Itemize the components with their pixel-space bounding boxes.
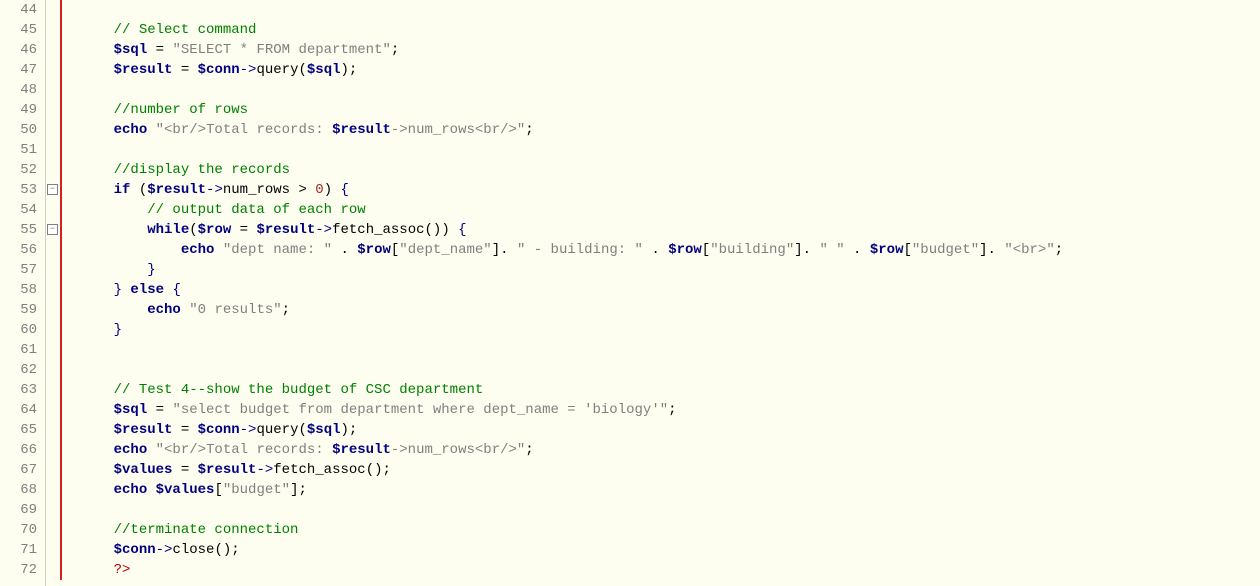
line-number: 60	[0, 320, 37, 340]
line-number: 48	[0, 80, 37, 100]
line-number: 44	[0, 0, 37, 20]
code-line[interactable]	[80, 340, 1260, 360]
change-margin	[60, 0, 78, 586]
line-number: 62	[0, 360, 37, 380]
line-number: 46	[0, 40, 37, 60]
line-number: 53	[0, 180, 37, 200]
line-number: 64	[0, 400, 37, 420]
code-line[interactable]: }	[80, 320, 1260, 340]
line-number: 47	[0, 60, 37, 80]
code-line[interactable]: // output data of each row	[80, 200, 1260, 220]
line-number: 51	[0, 140, 37, 160]
code-line[interactable]: // Test 4--show the budget of CSC depart…	[80, 380, 1260, 400]
line-number: 55	[0, 220, 37, 240]
code-line[interactable]: ?>	[80, 560, 1260, 580]
code-line[interactable]: echo "<br/>Total records: $result->num_r…	[80, 120, 1260, 140]
fold-toggle[interactable]: −	[47, 184, 58, 195]
code-line[interactable]: $conn->close();	[80, 540, 1260, 560]
line-number: 69	[0, 500, 37, 520]
line-number: 52	[0, 160, 37, 180]
line-number: 65	[0, 420, 37, 440]
code-line[interactable]	[80, 0, 1260, 20]
code-line[interactable]: echo "dept name: " . $row["dept_name"]. …	[80, 240, 1260, 260]
line-number-gutter: 4445464748495051525354555657585960616263…	[0, 0, 46, 586]
code-line[interactable]: if ($result->num_rows > 0) {	[80, 180, 1260, 200]
line-number: 66	[0, 440, 37, 460]
line-number: 58	[0, 280, 37, 300]
line-number: 61	[0, 340, 37, 360]
code-line[interactable]: } else {	[80, 280, 1260, 300]
code-line[interactable]	[80, 140, 1260, 160]
line-number: 49	[0, 100, 37, 120]
code-line[interactable]: $values = $result->fetch_assoc();	[80, 460, 1260, 480]
line-number: 59	[0, 300, 37, 320]
line-number: 45	[0, 20, 37, 40]
fold-margin: −−	[46, 0, 60, 586]
line-number: 54	[0, 200, 37, 220]
code-area[interactable]: // Select command $sql = "SELECT * FROM …	[78, 0, 1260, 586]
code-line[interactable]: while($row = $result->fetch_assoc()) {	[80, 220, 1260, 240]
fold-toggle[interactable]: −	[47, 224, 58, 235]
code-line[interactable]: $sql = "SELECT * FROM department";	[80, 40, 1260, 60]
code-line[interactable]: echo "<br/>Total records: $result->num_r…	[80, 440, 1260, 460]
code-line[interactable]: //number of rows	[80, 100, 1260, 120]
line-number: 70	[0, 520, 37, 540]
code-line[interactable]: // Select command	[80, 20, 1260, 40]
code-line[interactable]	[80, 360, 1260, 380]
line-number: 63	[0, 380, 37, 400]
line-number: 50	[0, 120, 37, 140]
code-line[interactable]: $result = $conn->query($sql);	[80, 420, 1260, 440]
line-number: 72	[0, 560, 37, 580]
code-line[interactable]: echo "0 results";	[80, 300, 1260, 320]
code-line[interactable]: $sql = "select budget from department wh…	[80, 400, 1260, 420]
line-number: 56	[0, 240, 37, 260]
line-number: 68	[0, 480, 37, 500]
change-indicator	[60, 0, 62, 580]
line-number: 67	[0, 460, 37, 480]
code-line[interactable]: echo $values["budget"];	[80, 480, 1260, 500]
code-line[interactable]: //display the records	[80, 160, 1260, 180]
code-line[interactable]	[80, 500, 1260, 520]
code-line[interactable]: //terminate connection	[80, 520, 1260, 540]
line-number: 57	[0, 260, 37, 280]
code-line[interactable]: $result = $conn->query($sql);	[80, 60, 1260, 80]
line-number: 71	[0, 540, 37, 560]
code-line[interactable]	[80, 80, 1260, 100]
code-line[interactable]: }	[80, 260, 1260, 280]
